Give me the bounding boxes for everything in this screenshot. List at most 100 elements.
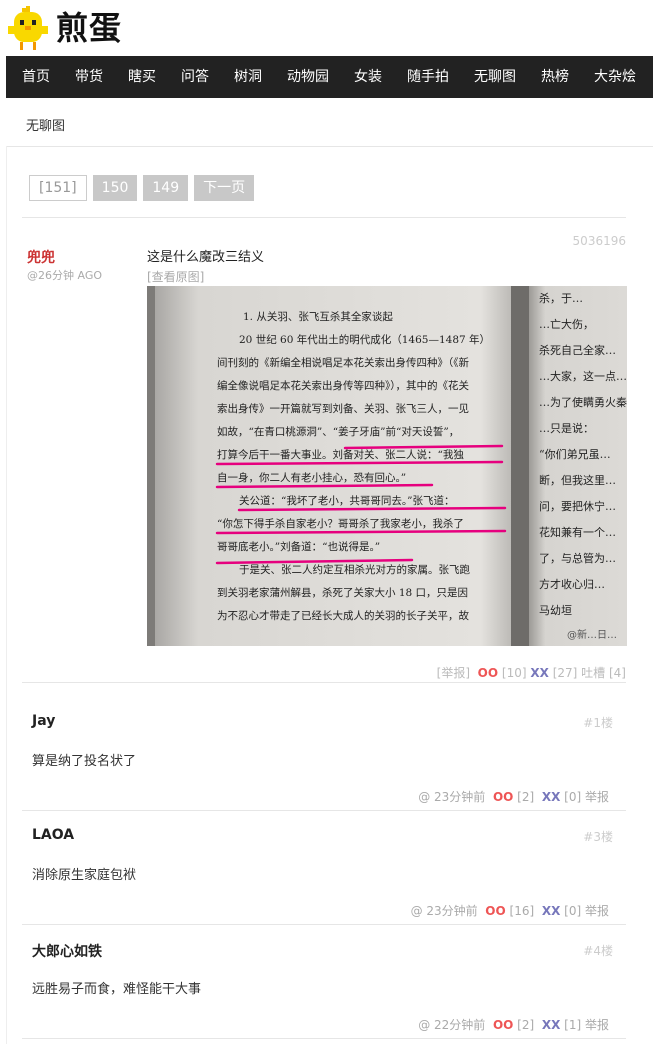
view-original-link[interactable]: [查看原图]: [147, 268, 204, 285]
photo-text-line: 1. 从关羽、张飞互杀其全家谈起: [243, 310, 393, 323]
photo-text-line: 花知兼有一个…: [539, 525, 616, 539]
nav-item-rebang[interactable]: 热榜: [525, 56, 569, 98]
photo-text-line: 了，与总管为…: [539, 551, 616, 565]
photo-text-line: “你怎下得手杀自家老小？哥哥杀了我家老小，我杀了: [217, 517, 464, 530]
nav-item-dazahui[interactable]: 大杂烩: [578, 56, 636, 98]
comment-time: @ 22分钟前: [418, 1018, 486, 1032]
comment-floor[interactable]: #4楼: [583, 942, 613, 959]
nav-item-wenda[interactable]: 问答: [165, 56, 209, 98]
oo-count: [10]: [501, 666, 527, 680]
photo-text-line: “你们弟兄虽…: [539, 447, 611, 461]
comment-time: @ 23分钟前: [410, 904, 478, 918]
xx-vote-button[interactable]: XX: [542, 1018, 561, 1032]
photo-text-line: 索出身传》一开篇就写到刘备、关羽、张飞三人，一见: [217, 402, 469, 415]
comment-text: 远胜易子而食，难怪能干大事: [32, 982, 202, 997]
photo-text-line: …只是说：: [539, 421, 594, 435]
site-logo[interactable]: 煎蛋: [6, 6, 122, 50]
xx-vote-button[interactable]: XX: [530, 666, 549, 680]
comment-author[interactable]: 大郎心如铁: [32, 941, 102, 961]
nav-item-shudong[interactable]: 树洞: [218, 56, 262, 98]
nav-item-nvzhuang[interactable]: 女装: [338, 56, 382, 98]
photo-text-line: 方才收心归…: [539, 577, 605, 591]
photo-text-line: 打算今后干一番大事业。刘备对关、张二人说：“我独: [217, 448, 464, 461]
page-149-button[interactable]: 149: [143, 175, 189, 201]
post-footer: [举报] OO [10] XX [27] 吐槽 [4]: [437, 664, 626, 681]
report-link[interactable]: 举报: [585, 904, 609, 918]
logo-text: 煎蛋: [56, 9, 123, 47]
photo-watermark: @新…日…: [567, 628, 617, 641]
comment-meta: @ 23分钟前 OO [16] XX [0] 举报: [411, 902, 609, 919]
photo-text-line: 断，但我这里…: [539, 473, 616, 487]
photo-text-line: 20 世纪 60 年代出土的明代成化（1465—1487 年）: [239, 333, 490, 346]
xx-count: [0]: [564, 904, 582, 918]
comment-text: 算是纳了投名状了: [32, 754, 137, 769]
photo-text-line: 到关羽老家蒲州解县，杀死了关家大小 18 口，只是因: [217, 586, 468, 599]
divider: [22, 682, 626, 683]
photo-text-line: 马幼垣: [539, 604, 572, 617]
photo-text-line: 哥哥底老小。”刘备道：“也说得是。”: [217, 540, 380, 553]
comment-floor[interactable]: #3楼: [583, 828, 613, 845]
chick-logo-icon: [8, 6, 48, 50]
breadcrumb: 无聊图: [26, 119, 66, 134]
oo-vote-button[interactable]: OO: [493, 1018, 513, 1032]
oo-count: [16]: [509, 904, 535, 918]
nav-item-wuliaotu[interactable]: 无聊图: [458, 56, 516, 98]
nav-item-suishoupai[interactable]: 随手拍: [391, 56, 449, 98]
comment-time: @ 23分钟前: [418, 790, 486, 804]
photo-text-line: 杀死自己全家…: [539, 343, 616, 357]
divider: [22, 217, 626, 218]
report-link[interactable]: [举报]: [437, 666, 470, 680]
xx-count: [0]: [564, 790, 582, 804]
oo-count: [2]: [517, 790, 535, 804]
xx-count: [1]: [564, 1018, 582, 1032]
comment-meta: @ 22分钟前 OO [2] XX [1] 举报: [418, 1016, 609, 1033]
comment-text: 消除原生家庭包袱: [32, 868, 137, 883]
comment-author[interactable]: Jay: [32, 713, 55, 729]
photo-text-line: 于是关、张二人约定互相杀光对方的家属。张飞跑: [239, 563, 470, 576]
nav-item-home[interactable]: 首页: [6, 56, 50, 98]
photo-text-line: 关公道：“我坏了老小，共哥哥同去。”张飞道：: [239, 494, 455, 507]
photo-text-line: …为了使瞒勇火秦: [539, 395, 627, 409]
oo-count: [2]: [517, 1018, 535, 1032]
page-150-button[interactable]: 150: [92, 175, 138, 201]
comment-floor[interactable]: #1楼: [583, 714, 613, 731]
book-photo: 1. 从关羽、张飞互杀其全家谈起 20 世纪 60 年代出土的明代成化（1465—…: [147, 286, 627, 646]
oo-vote-button[interactable]: OO: [485, 904, 505, 918]
post-title: 这是什么魔改三结义: [147, 250, 265, 265]
report-link[interactable]: 举报: [585, 790, 609, 804]
pagination: [151] 150 149 下一页: [29, 175, 255, 201]
report-link[interactable]: 举报: [585, 1018, 609, 1032]
oo-vote-button[interactable]: OO: [493, 790, 513, 804]
photo-text-line: 如故，“在青口桃源洞”、“姜子牙庙”前“对天设誓”，: [217, 425, 459, 438]
comment-meta: @ 23分钟前 OO [2] XX [0] 举报: [418, 788, 609, 805]
photo-text-line: …亡大伤，: [539, 317, 594, 331]
main-nav: 首页 带货 瞎买 问答 树洞 动物园 女装 随手拍 无聊图 热榜 大杂烩: [6, 56, 653, 98]
nav-item-daihuo[interactable]: 带货: [59, 56, 103, 98]
breadcrumb-bar: 无聊图: [6, 98, 653, 147]
nav-item-zoo[interactable]: 动物园: [271, 56, 329, 98]
oo-vote-button[interactable]: OO: [478, 666, 498, 680]
page-current: [151]: [29, 175, 87, 201]
post-id[interactable]: 5036196: [573, 234, 626, 248]
post-image[interactable]: 1. 从关羽、张飞互杀其全家谈起 20 世纪 60 年代出土的明代成化（1465—…: [147, 286, 627, 646]
photo-text-line: …大家，这一点…: [539, 369, 627, 383]
photo-text-line: 为不忍心才带走了已经长大成人的关羽的长子关平，故: [217, 609, 469, 622]
photo-text-line: 自一身，你二人有老小挂心，恐有回心。”: [217, 471, 406, 484]
next-page-button[interactable]: 下一页: [194, 175, 255, 201]
post-time: @26分钟 AGO: [27, 269, 103, 282]
photo-text-line: 编全像说唱足本花关索出身传等四种》），其中的《花关: [217, 379, 469, 392]
xx-vote-button[interactable]: XX: [542, 904, 561, 918]
nav-item-xiamai[interactable]: 瞎买: [112, 56, 156, 98]
xx-vote-button[interactable]: XX: [542, 790, 561, 804]
tucao-link[interactable]: 吐槽 [4]: [581, 666, 626, 680]
xx-count: [27]: [552, 666, 578, 680]
photo-text-line: 间刊刻的《新编全相说唱足本花关索出身传四种》（《新: [217, 356, 469, 369]
divider: [22, 924, 626, 925]
comment-author[interactable]: LAOA: [32, 827, 74, 843]
site-header: 煎蛋: [0, 0, 653, 56]
divider: [22, 1038, 626, 1039]
photo-text-line: 问，要把休宁…: [539, 499, 616, 513]
divider: [22, 810, 626, 811]
photo-text-line: 杀，于…: [539, 291, 583, 305]
post-author[interactable]: 兜兜: [27, 247, 55, 267]
